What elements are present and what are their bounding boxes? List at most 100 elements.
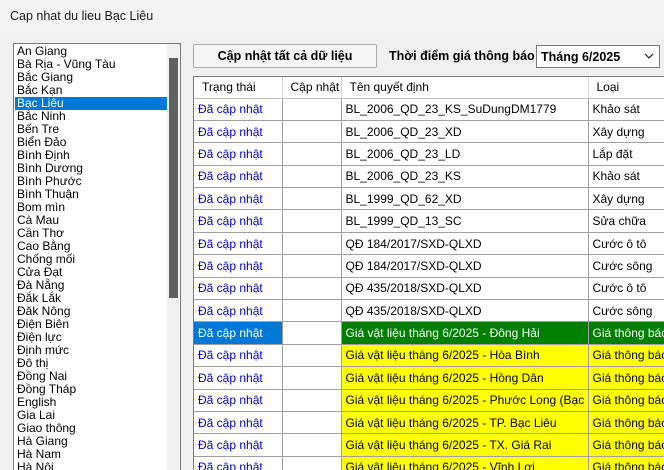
cell-update[interactable] [282,344,342,368]
cell-update[interactable] [282,277,342,301]
table-row[interactable]: Đã cập nhật Giá vật liệu tháng 6/2025 - H… [194,366,664,390]
cell-type[interactable]: Sửa chữa [588,209,664,233]
cell-type[interactable]: Xây dựng [588,120,664,144]
cell-update[interactable] [282,366,342,390]
table-row[interactable]: Đã cập nhật Giá vật liệu tháng 6/2025 - V… [194,456,664,470]
header-update[interactable]: Cập nhật [282,77,342,99]
cell-decision-name[interactable]: QĐ 184/2017/SXD-QLXD [341,232,589,256]
cell-decision-name[interactable]: Giá vật liệu tháng 6/2025 - TX. Giá Rai [341,433,589,457]
cell-update[interactable] [282,321,342,345]
province-list-scroll-thumb[interactable] [169,58,178,298]
cell-update[interactable] [282,411,342,435]
table-row[interactable]: Đã cập nhật BL_2006_QD_23_XD Xây dựng [194,120,664,144]
table-row[interactable]: Đã cập nhật Giá vật liệu tháng 6/2025 - H… [194,344,664,368]
cell-status[interactable]: Đã cập nhật [194,209,283,233]
cell-status[interactable]: Đã cập nhật [194,366,283,390]
table-row[interactable]: Đã cập nhật Giá vật liệu tháng 6/2025 - T… [194,411,664,435]
table-row[interactable]: Đã cập nhật BL_2006_QD_23_LD Lắp đặt [194,142,664,166]
table-row[interactable]: Đã cập nhật BL_1999_QD_62_XD Xây dựng [194,187,664,211]
cell-decision-name[interactable]: BL_2006_QD_23_KS [341,165,589,189]
cell-decision-name[interactable]: Giá vật liệu tháng 6/2025 - Vĩnh Lợi [341,456,589,470]
cell-decision-name[interactable]: Giá vật liệu tháng 6/2025 - Đông Hải [341,321,589,345]
cell-status[interactable]: Đã cập nhật [194,411,283,435]
table-row[interactable]: Đã cập nhật BL_2006_QD_23_KS Khảo sát [194,165,664,189]
cell-decision-name[interactable]: Giá vật liệu tháng 6/2025 - Hồng Dân [341,366,589,390]
cell-status[interactable]: Đã cập nhật [194,120,283,144]
cell-type[interactable]: Khảo sát [588,165,664,189]
cell-update[interactable] [282,187,342,211]
cell-update[interactable] [282,120,342,144]
table-row[interactable]: Đã cập nhật Giá vật liệu tháng 6/2025 - T… [194,433,664,457]
cell-decision-name[interactable]: BL_2006_QD_23_XD [341,120,589,144]
cell-status[interactable]: Đã cập nhật [194,321,283,345]
table-row[interactable]: Đã cập nhật QĐ 184/2017/SXD-QLXD Cước sông [194,254,664,278]
cell-status[interactable]: Đã cập nhật [194,254,283,278]
cell-decision-name[interactable]: BL_2006_QD_23_LD [341,142,589,166]
province-item[interactable]: Hà Nội [15,461,169,470]
update-all-data-button[interactable]: Cập nhật tất cả dữ liệu [193,44,377,68]
cell-update[interactable] [282,456,342,470]
cell-type[interactable]: Giá thông báo [588,344,664,368]
province-list-scrollbar[interactable] [167,44,180,470]
cell-type[interactable]: Giá thông báo [588,389,664,412]
cell-update[interactable] [282,209,342,233]
cell-update[interactable] [282,433,342,457]
header-decision-name[interactable]: Tên quyết định [341,77,589,99]
cell-decision-name[interactable]: BL_1999_QD_62_XD [341,187,589,211]
cell-status[interactable]: Đã cập nhật [194,277,283,301]
month-select[interactable]: Tháng 6/2025 [536,45,660,68]
table-row[interactable]: Đã cập nhật QĐ 435/2018/SXD-QLXD Cước sông [194,299,664,323]
grid-header-row: Trạng thái Cập nhật Tên quyết định Loại [194,77,664,99]
cell-type[interactable]: Cước ô tô [588,277,664,301]
cell-decision-name[interactable]: QĐ 435/2018/SXD-QLXD [341,299,589,323]
cell-status[interactable]: Đã cập nhật [194,142,283,166]
cell-decision-name[interactable]: BL_1999_QD_13_SC [341,209,589,233]
month-select-value: Tháng 6/2025 [541,50,621,64]
table-row[interactable]: Đã cập nhật Giá vật liệu tháng 6/2025 - Đ… [194,321,664,345]
cell-status[interactable]: Đã cập nhật [194,98,283,121]
table-row[interactable]: Đã cập nhật QĐ 184/2017/SXD-QLXD Cước ô tô [194,232,664,256]
cell-update[interactable] [282,232,342,256]
cell-type[interactable]: Giá thông báo [588,411,664,435]
cell-update[interactable] [282,254,342,278]
table-row[interactable]: Đã cập nhật BL_2006_QD_23_KS_SuDungDM1779… [194,98,664,121]
cell-type[interactable]: Cước sông [588,299,664,323]
cell-type[interactable]: Giá thông báo [588,321,664,345]
cell-status[interactable]: Đã cập nhật [194,344,283,368]
cell-update[interactable] [282,98,342,121]
cell-update[interactable] [282,165,342,189]
cell-update[interactable] [282,299,342,323]
cell-decision-name[interactable]: Giá vật liệu tháng 6/2025 - TP. Bạc Liêu [341,411,589,435]
cell-type[interactable]: Giá thông báo [588,433,664,457]
cell-decision-name[interactable]: Giá vật liệu tháng 6/2025 - Phước Long (… [341,389,589,412]
cell-type[interactable]: Cước sông [588,254,664,278]
decision-grid[interactable]: Trạng thái Cập nhật Tên quyết định Loại … [193,76,664,470]
table-row[interactable]: Đã cập nhật QĐ 435/2018/SXD-QLXD Cước ô tô [194,277,664,301]
cell-status[interactable]: Đã cập nhật [194,456,283,470]
cell-status[interactable]: Đã cập nhật [194,232,283,256]
cell-type[interactable]: Giá thông báo [588,366,664,390]
cell-type[interactable]: Xây dựng [588,187,664,211]
header-status[interactable]: Trạng thái [194,77,283,99]
cell-type[interactable]: Lắp đặt [588,142,664,166]
cell-status[interactable]: Đã cập nhật [194,187,283,211]
cell-type[interactable]: Cước ô tô [588,232,664,256]
table-row[interactable]: Đã cập nhật Giá vật liệu tháng 6/2025 - P… [194,389,664,412]
cell-status[interactable]: Đã cập nhật [194,433,283,457]
main-client-area: An Giang Bà Rịa - Vũng Tàu Bắc Giang Bắc Kạ… [0,32,664,470]
cell-update[interactable] [282,389,342,412]
province-list[interactable]: An Giang Bà Rịa - Vũng Tàu Bắc Giang Bắc Kạ… [13,43,181,470]
chevron-down-icon[interactable] [643,49,655,63]
cell-type[interactable]: Khảo sát [588,98,664,121]
cell-decision-name[interactable]: QĐ 435/2018/SXD-QLXD [341,277,589,301]
header-type[interactable]: Loại [588,77,664,99]
table-row[interactable]: Đã cập nhật BL_1999_QD_13_SC Sửa chữa [194,209,664,233]
cell-update[interactable] [282,142,342,166]
cell-status[interactable]: Đã cập nhật [194,299,283,323]
cell-status[interactable]: Đã cập nhật [194,165,283,189]
cell-type[interactable]: Giá thông báo [588,456,664,470]
cell-decision-name[interactable]: QĐ 184/2017/SXD-QLXD [341,254,589,278]
cell-status[interactable]: Đã cập nhật [194,389,283,412]
cell-decision-name[interactable]: BL_2006_QD_23_KS_SuDungDM1779 [341,98,589,121]
cell-decision-name[interactable]: Giá vật liệu tháng 6/2025 - Hòa Bình [341,344,589,368]
